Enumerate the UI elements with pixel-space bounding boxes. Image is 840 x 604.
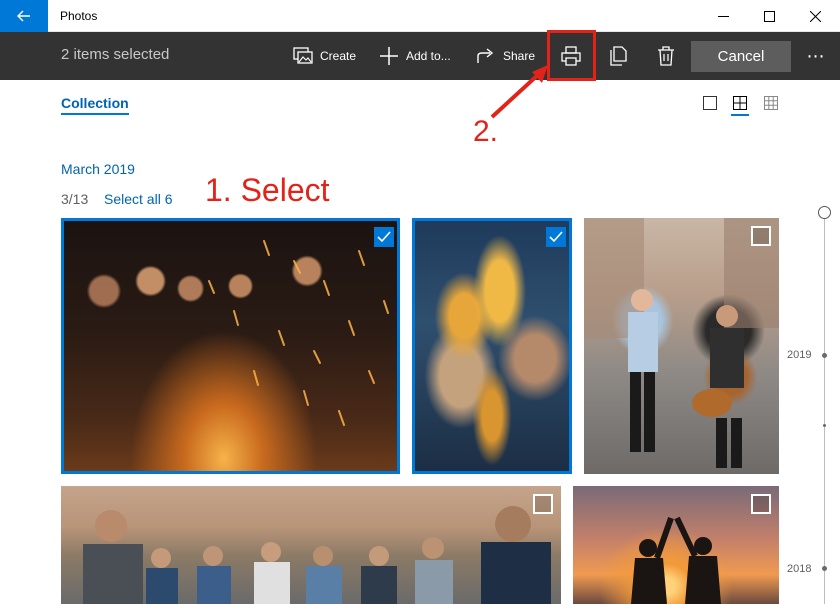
photo-checkbox-unchecked[interactable] [751,494,771,514]
selection-progress: 3/13 [61,191,89,207]
add-to-button[interactable]: Add to... [379,32,451,80]
copy-icon [610,46,627,66]
add-to-label: Add to... [406,49,451,63]
view-large-tiles[interactable] [701,94,719,112]
photo-checkbox-checked[interactable] [374,227,394,247]
minimize-icon [717,15,729,17]
timeline-marker [822,353,827,358]
more-options-button[interactable]: ⋯ [800,41,832,72]
campfire-group-photo[interactable] [61,218,400,474]
photo-silhouettes [631,516,721,604]
timeline-marker [822,566,827,571]
small-grid-icon [764,96,778,110]
photo-checkbox-unchecked[interactable] [751,226,771,246]
selection-count: 2 items selected [61,46,170,63]
spark-streaks [208,240,389,426]
timeline-year-2019[interactable]: 2019 [787,349,811,361]
timeline-track[interactable] [824,219,825,604]
app-title: Photos [60,9,98,23]
maximize-icon [763,10,775,22]
close-icon [809,10,821,22]
title-bar: Photos [0,0,840,32]
photo-figures [584,218,779,468]
photo-checkbox-checked[interactable] [546,227,566,247]
month-heading: March 2019 [61,161,135,177]
timeline-handle[interactable] [818,206,831,219]
annotation-arrow [490,65,548,119]
friends-outdoor-photo[interactable] [61,486,561,604]
guitar-couple-photo[interactable] [584,218,779,474]
beer-toast-photo[interactable] [412,218,572,474]
cancel-button[interactable]: Cancel [691,41,791,72]
annotation-step-1: 1. Select [205,172,330,208]
trash-icon [658,46,674,66]
view-medium-grid[interactable] [731,94,749,112]
slideshow-create-icon [293,47,313,64]
delete-button[interactable] [644,32,688,80]
checkmark-icon [377,231,391,243]
view-small-grid[interactable] [762,94,780,112]
minimize-button[interactable] [700,0,746,32]
create-button[interactable]: Create [293,32,356,80]
medium-grid-icon [733,96,747,110]
annotation-step-2: 2. [473,115,499,148]
back-button[interactable] [0,0,48,32]
photo-figures [83,506,551,604]
timeline-marker [823,424,826,427]
select-all-link[interactable]: Select all 6 [104,191,172,207]
tab-collection[interactable]: Collection [61,95,129,115]
copy-button[interactable] [597,32,641,80]
active-view-indicator [731,114,749,116]
sunset-high-five-photo[interactable] [573,486,779,604]
large-tiles-icon [703,96,717,110]
checkmark-icon [549,231,563,243]
timeline-year-2018[interactable]: 2018 [787,563,811,575]
plus-icon [380,47,398,65]
photo-checkbox-unchecked[interactable] [533,494,553,514]
back-arrow-icon [17,10,30,22]
create-label: Create [320,49,357,63]
close-button[interactable] [792,0,838,32]
maximize-button[interactable] [746,0,792,32]
